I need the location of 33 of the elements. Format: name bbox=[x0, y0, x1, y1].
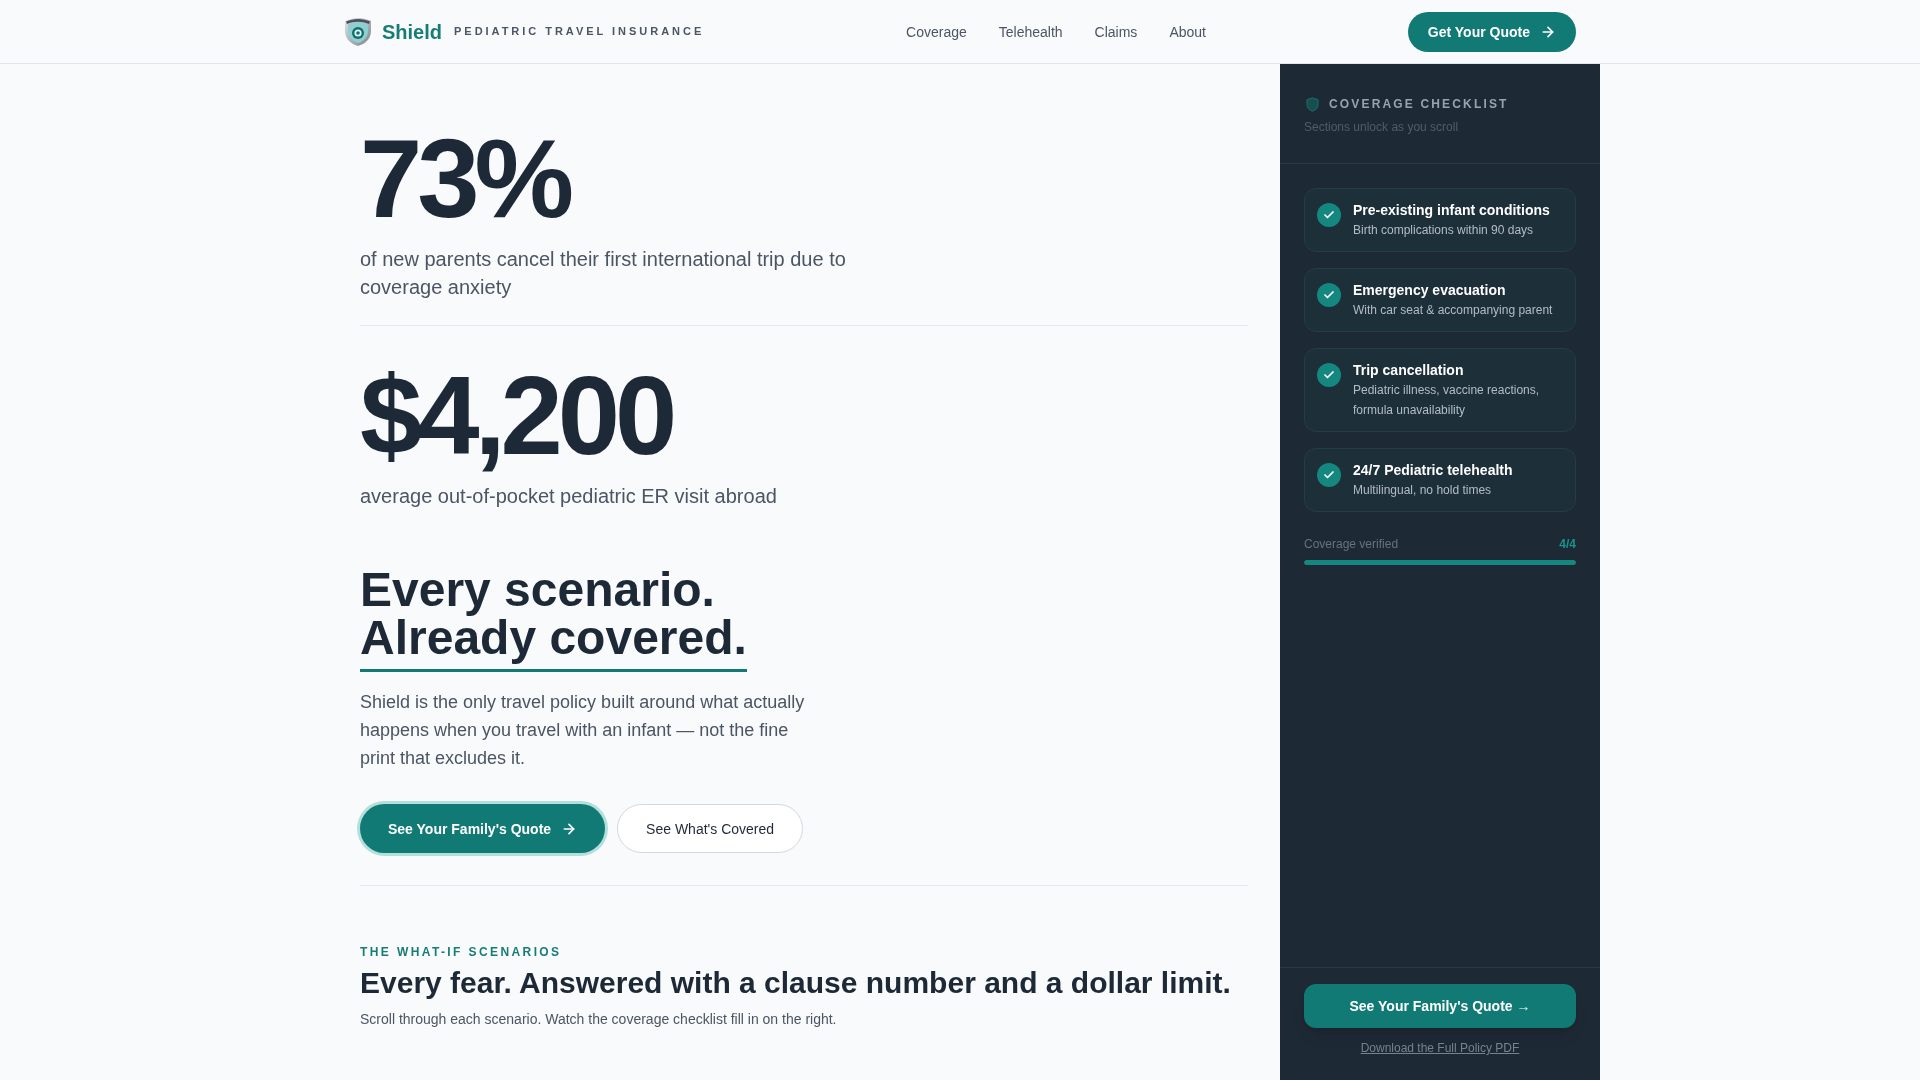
stat-caption: average out-of-pocket pediatric ER visit abroad bbox=[360, 484, 778, 509]
section-subtitle: Scroll through each scenario. Watch the coverage checklist fill in on the right. bbox=[360, 1010, 838, 1029]
stat-caption: of new parents cancel their first international trip due to coverage anxiety bbox=[360, 247, 847, 300]
nav-link[interactable]: Claims bbox=[1094, 21, 1138, 42]
checklist-title: COVERAGE CHECKLIST bbox=[1329, 96, 1509, 112]
covered-button[interactable]: See What's Covered bbox=[617, 804, 804, 853]
checklist-item-title: Emergency evacuation bbox=[1353, 281, 1507, 300]
brand-name[interactable]: Shield bbox=[382, 21, 442, 42]
headline-text: Every scenario. bbox=[360, 566, 716, 614]
checklist-item-title: Trip cancellation bbox=[1353, 361, 1465, 380]
nav-link[interactable]: Coverage bbox=[906, 21, 967, 42]
stat-value: 73% bbox=[360, 123, 571, 235]
progress-count: 4/4 bbox=[1559, 536, 1576, 552]
section-title: Every fear. Answered with a clause number and a dollar limit. bbox=[360, 965, 1232, 1001]
get-quote-button[interactable]: Get Your Quote bbox=[1407, 11, 1576, 52]
progress-label: Coverage verified bbox=[1304, 536, 1399, 552]
stat-value: $4,200 bbox=[360, 360, 674, 472]
policy-pdf-link[interactable]: Download the Full Policy PDF bbox=[1360, 1040, 1520, 1056]
nav-link[interactable]: About bbox=[1169, 21, 1206, 42]
checklist-item-title: 24/7 Pediatric telehealth bbox=[1353, 461, 1513, 480]
shield-logo-icon bbox=[344, 16, 372, 47]
nav-link[interactable]: Telehealth bbox=[998, 21, 1063, 42]
checklist-item-detail: Pediatric illness, vaccine reactions, formula unavailability bbox=[1353, 382, 1541, 419]
checklist-item-title: Pre-existing infant conditions bbox=[1353, 201, 1550, 220]
hero-description: Shield is the only travel policy built around what actually happens when you travel with an infant — not the fine print that excludes it. bbox=[360, 691, 806, 770]
checklist-item-detail: Birth complications within 90 days bbox=[1353, 222, 1535, 239]
shield-icon bbox=[1306, 96, 1319, 112]
brand-tagline: PEDIATRIC TRAVEL INSURANCE bbox=[454, 24, 705, 40]
quote-button[interactable]: See Your Family's Quote bbox=[360, 804, 606, 853]
checklist-item-detail: Multilingual, no hold times bbox=[1353, 482, 1493, 499]
section-eyebrow: THE WHAT-IF SCENARIOS bbox=[360, 944, 563, 960]
family-quote-button[interactable]: See Your Family's Quote → bbox=[1304, 984, 1576, 1028]
checklist-item-detail: With car seat & accompanying parent bbox=[1353, 302, 1553, 319]
